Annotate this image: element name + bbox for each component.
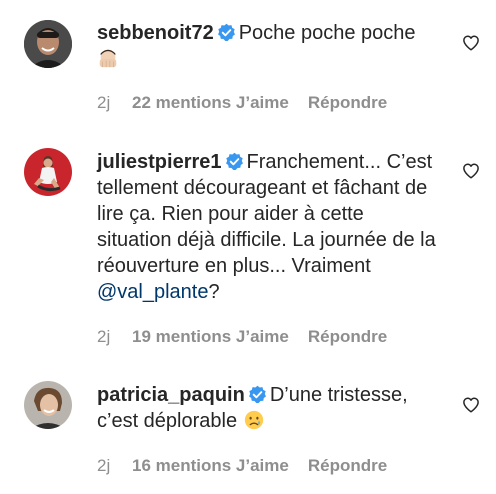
comment-username[interactable]: sebbenoit72	[97, 22, 214, 44]
comment-text: Poche poche poche	[238, 22, 416, 44]
comment-likes[interactable]: 19 mentions J’aime	[132, 327, 289, 347]
verified-badge-icon	[248, 385, 266, 404]
comment-body: sebbenoit72 Poche poche poche	[97, 20, 437, 72]
comment-likes[interactable]: 16 mentions J’aime	[132, 456, 289, 476]
verified-badge-icon	[225, 152, 243, 171]
heart-icon[interactable]	[462, 162, 480, 180]
comment-meta: 2j 16 mentions J’aime Répondre	[97, 456, 387, 476]
comment-body: juliestpierre1 Franchement... C’est tell…	[97, 149, 437, 305]
heart-icon[interactable]	[462, 396, 480, 414]
comment-likes[interactable]: 22 mentions J’aime	[132, 93, 289, 113]
avatar[interactable]	[24, 148, 72, 196]
reply-button[interactable]: Répondre	[308, 327, 387, 347]
comment-meta: 2j 19 mentions J’aime Répondre	[97, 327, 387, 347]
comment-body: patricia_paquin D’une tristesse, c’est d…	[97, 382, 437, 434]
heart-icon[interactable]	[462, 34, 480, 52]
reply-button[interactable]: Répondre	[308, 93, 387, 113]
comment-time[interactable]: 2j	[97, 456, 132, 476]
crying-face-emoji	[244, 410, 263, 430]
comment-time[interactable]: 2j	[97, 93, 132, 113]
verified-badge-icon	[217, 23, 235, 42]
avatar[interactable]	[24, 20, 72, 68]
comment-meta: 2j 22 mentions J’aime Répondre	[97, 93, 387, 113]
comment-text-end: ?	[208, 281, 220, 303]
comment-time[interactable]: 2j	[97, 327, 132, 347]
reply-button[interactable]: Répondre	[308, 456, 387, 476]
comment-username[interactable]: juliestpierre1	[97, 151, 222, 173]
facepalm-man-emoji	[99, 49, 117, 68]
user-mention-link[interactable]: @val_plante	[97, 281, 208, 303]
avatar[interactable]	[24, 381, 72, 429]
comment-username[interactable]: patricia_paquin	[97, 384, 245, 406]
